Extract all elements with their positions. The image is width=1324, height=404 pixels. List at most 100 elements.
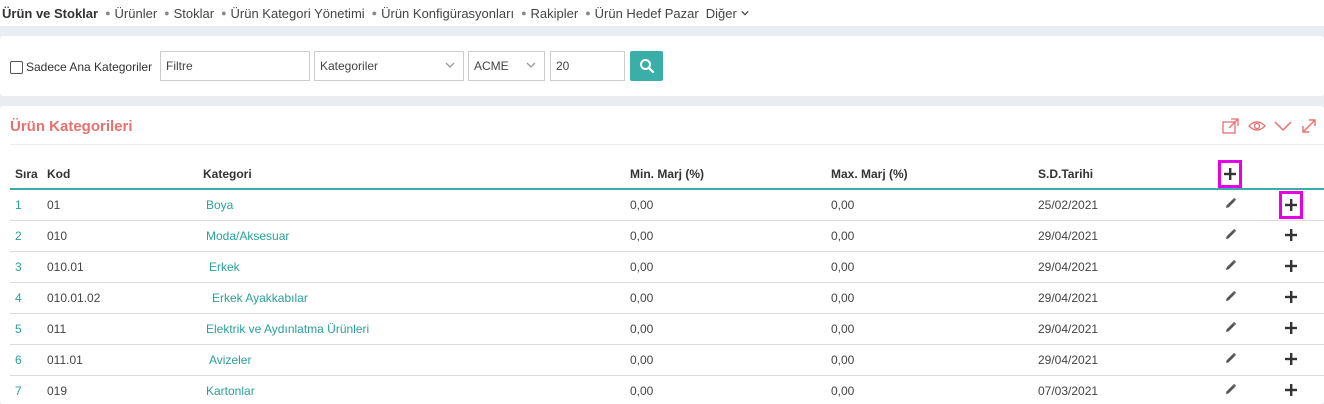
expand-icon[interactable]: [1300, 118, 1318, 134]
panel-title: Ürün Kategorileri: [10, 118, 133, 135]
filter-input[interactable]: Filtre: [160, 51, 310, 81]
table-row: 4 010.01.02 Erkek Ayakkabılar 0,00 0,00 29/04…: [10, 282, 1324, 314]
nav-item-urunler[interactable]: ● Ürünler: [105, 6, 157, 21]
table-row: 7 019 Kartonlar 0,00 0,00 07/03/2021: [10, 375, 1324, 404]
cell-sira[interactable]: 6: [10, 344, 42, 376]
cell-sira[interactable]: 1: [10, 189, 42, 221]
cell-kod: 011: [42, 313, 198, 345]
plus-icon: [1285, 228, 1297, 241]
cell-sira[interactable]: 7: [10, 375, 42, 404]
add-child-button[interactable]: [1284, 321, 1298, 335]
cell-edit: [1202, 282, 1258, 314]
add-root-button[interactable]: [1218, 160, 1242, 188]
cell-kategori[interactable]: Moda/Aksesuar: [198, 220, 625, 252]
cell-min-marj: 0,00: [625, 344, 826, 376]
chevron-down-icon[interactable]: [1274, 118, 1292, 134]
cell-max-marj: 0,00: [826, 313, 1033, 345]
edit-button[interactable]: [1223, 289, 1237, 303]
chevron-down-icon: [445, 62, 455, 68]
cell-sira[interactable]: 2: [10, 220, 42, 252]
cell-sd-tarihi: 29/04/2021: [1033, 220, 1202, 252]
search-button[interactable]: [630, 51, 663, 81]
edit-button[interactable]: [1223, 197, 1237, 211]
export-icon[interactable]: [1222, 118, 1240, 134]
add-child-button[interactable]: [1284, 228, 1298, 242]
nav-item-label: Diğer: [705, 5, 737, 21]
header-max-marj[interactable]: Max. Marj (%): [826, 160, 1033, 190]
nav-item-konfigurasyonlar[interactable]: ● Ürün Konfigürasyonları: [372, 6, 514, 21]
header-kategori[interactable]: Kategori: [198, 160, 625, 190]
top-nav: Ürün ve Stoklar ● Ürünler ● Stoklar ● Ürün …: [0, 0, 1324, 26]
cell-min-marj: 0,00: [625, 189, 826, 221]
table-row: 1 01 Boya 0,00 0,00 25/02/2021: [10, 189, 1324, 221]
nav-item-label: Ürün Hedef Pazar: [594, 5, 699, 21]
checkbox-box[interactable]: [10, 60, 23, 74]
bullet-icon: ●: [585, 8, 591, 18]
nav-item-diger[interactable]: Diğer: [706, 6, 749, 21]
cell-sd-tarihi: 29/04/2021: [1033, 344, 1202, 376]
edit-button[interactable]: [1223, 227, 1237, 241]
plus-icon: [1285, 352, 1297, 365]
cell-kod: 01: [42, 189, 198, 221]
cell-add: [1258, 375, 1324, 404]
cell-sira[interactable]: 5: [10, 313, 42, 345]
eye-icon[interactable]: [1248, 118, 1266, 134]
add-child-button[interactable]: [1284, 383, 1298, 397]
cell-add: [1258, 220, 1324, 252]
edit-button[interactable]: [1223, 320, 1237, 334]
edit-button[interactable]: [1223, 258, 1237, 272]
cell-min-marj: 0,00: [625, 313, 826, 345]
plus-icon: [1224, 168, 1236, 180]
cell-sd-tarihi: 29/04/2021: [1033, 282, 1202, 314]
company-select[interactable]: ACME: [468, 51, 545, 81]
header-add-cell: [1202, 160, 1258, 190]
cell-sira[interactable]: 3: [10, 251, 42, 283]
main-categories-checkbox[interactable]: Sadece Ana Kategoriler: [10, 60, 152, 74]
table-row: 3 010.01 Erkek 0,00 0,00 29/04/2021: [10, 251, 1324, 283]
category-select[interactable]: Kategoriler: [314, 51, 464, 81]
cell-min-marj: 0,00: [625, 375, 826, 404]
categories-panel: Ürün Kategorileri Sıra Kod Kategori Min.…: [0, 106, 1324, 404]
header-min-marj[interactable]: Min. Marj (%): [625, 160, 826, 190]
header-empty: [1258, 160, 1324, 190]
nav-item-label: Stoklar: [173, 5, 215, 21]
add-child-button[interactable]: [1279, 190, 1303, 219]
header-kod[interactable]: Kod: [42, 160, 198, 190]
edit-button[interactable]: [1223, 382, 1237, 396]
add-child-button[interactable]: [1284, 352, 1298, 366]
bullet-icon: ●: [521, 8, 527, 18]
cell-edit: [1202, 220, 1258, 252]
pencil-icon: [1224, 321, 1237, 334]
cell-max-marj: 0,00: [826, 251, 1033, 283]
nav-brand[interactable]: Ürün ve Stoklar: [2, 6, 98, 21]
add-child-button[interactable]: [1284, 290, 1298, 304]
add-child-button[interactable]: [1284, 259, 1298, 273]
edit-button[interactable]: [1223, 351, 1237, 365]
pencil-icon: [1224, 228, 1237, 241]
nav-item-rakipler[interactable]: ● Rakipler: [521, 6, 578, 21]
cell-add: [1258, 313, 1324, 345]
cell-add: [1258, 344, 1324, 376]
plus-icon: [1285, 198, 1297, 211]
pencil-icon: [1224, 259, 1237, 272]
cell-kod: 010: [42, 220, 198, 252]
plus-icon: [1285, 290, 1297, 303]
table-row: 5 011 Elektrik ve Aydınlatma Ürünleri 0,00 0…: [10, 313, 1324, 345]
page-size-input[interactable]: 20: [550, 51, 625, 81]
cell-kategori[interactable]: Erkek Ayakkabılar: [198, 282, 625, 314]
cell-kategori[interactable]: Elektrik ve Aydınlatma Ürünleri: [198, 313, 625, 345]
nav-item-label: Rakipler: [530, 5, 579, 21]
nav-item-hedef-pazar[interactable]: ● Ürün Hedef Pazar: [585, 6, 699, 21]
cell-kategori[interactable]: Avizeler: [198, 344, 625, 376]
cell-kategori[interactable]: Boya: [198, 189, 625, 221]
cell-max-marj: 0,00: [826, 282, 1033, 314]
header-sd-tarihi[interactable]: S.D.Tarihi: [1033, 160, 1202, 190]
cell-kategori[interactable]: Kartonlar: [198, 375, 625, 404]
cell-sira[interactable]: 4: [10, 282, 42, 314]
cell-sd-tarihi: 29/04/2021: [1033, 251, 1202, 283]
nav-item-kategori-yonetimi[interactable]: ● Ürün Kategori Yönetimi: [221, 6, 365, 21]
cell-edit: [1202, 251, 1258, 283]
header-sira[interactable]: Sıra: [10, 160, 42, 190]
cell-kategori[interactable]: Erkek: [198, 251, 625, 283]
nav-item-stoklar[interactable]: ● Stoklar: [164, 6, 214, 21]
